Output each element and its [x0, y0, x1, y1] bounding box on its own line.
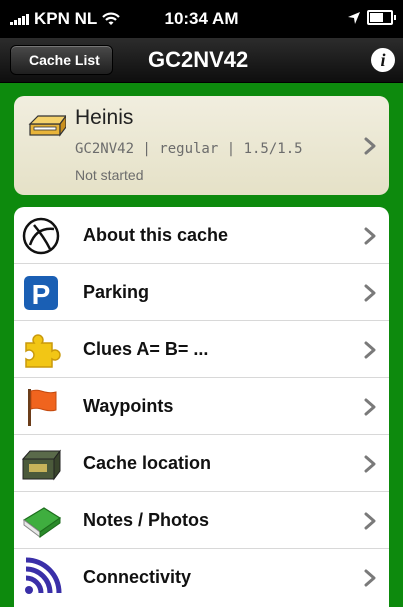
cache-summary-card[interactable]: Heinis GC2NV42 | regular | 1.5/1.5 Not s…	[14, 96, 389, 195]
signal-waves-icon	[25, 557, 62, 594]
traditional-cache-icon	[28, 115, 66, 137]
info-button[interactable]: i	[371, 48, 395, 72]
status-bar: KPN NL 10:34 AM	[0, 0, 403, 38]
parking-icon: P	[24, 276, 58, 310]
flag-icon	[28, 389, 57, 426]
menu-item-label: Connectivity	[83, 567, 192, 587]
menu-item-about[interactable]: About this cache	[14, 207, 389, 264]
geocaching-logo-icon	[22, 217, 60, 255]
chevron-right-icon	[364, 398, 376, 416]
cache-name: Heinis	[75, 106, 134, 129]
menu-item-label: Cache location	[83, 453, 212, 473]
chevron-right-icon	[364, 341, 376, 359]
ammo-box-icon	[21, 449, 61, 481]
menu-item-label: About this cache	[83, 225, 229, 245]
menu-item-cache-location[interactable]: Cache location	[14, 435, 389, 492]
back-button[interactable]: Cache List	[10, 45, 113, 75]
svg-text:P: P	[32, 279, 51, 310]
menu-item-label: Waypoints	[83, 396, 174, 416]
menu-item-label: Clues A= B= ...	[83, 339, 209, 359]
notebook-icon	[22, 507, 62, 538]
cache-state: Not started	[75, 167, 144, 183]
status-right-group	[347, 10, 396, 25]
status-time: 10:34 AM	[164, 9, 239, 28]
menu-item-label: Parking	[83, 282, 150, 302]
cache-details: GC2NV42 | regular | 1.5/1.5	[75, 141, 303, 157]
puzzle-piece-icon	[25, 334, 61, 368]
menu-item-parking[interactable]: P Parking	[14, 264, 389, 321]
chevron-right-icon	[364, 569, 376, 587]
chevron-right-icon	[364, 455, 376, 473]
chevron-right-icon	[364, 512, 376, 530]
cache-menu-list: About this cache P Parking Clues A= B= .…	[14, 207, 389, 607]
page-title: GC2NV42	[148, 47, 249, 72]
menu-item-waypoints[interactable]: Waypoints	[14, 378, 389, 435]
menu-item-label: Notes / Photos	[83, 510, 210, 530]
chevron-right-icon	[364, 137, 376, 155]
menu-item-notes-photos[interactable]: Notes / Photos	[14, 492, 389, 549]
chevron-right-icon	[364, 284, 376, 302]
location-arrow-icon	[348, 11, 360, 24]
menu-item-connectivity[interactable]: Connectivity	[14, 549, 389, 606]
battery-icon	[367, 10, 396, 25]
chevron-right-icon	[364, 227, 376, 245]
navigation-bar: Cache List GC2NV42 i	[0, 38, 403, 83]
menu-item-clues[interactable]: Clues A= B= ...	[14, 321, 389, 378]
